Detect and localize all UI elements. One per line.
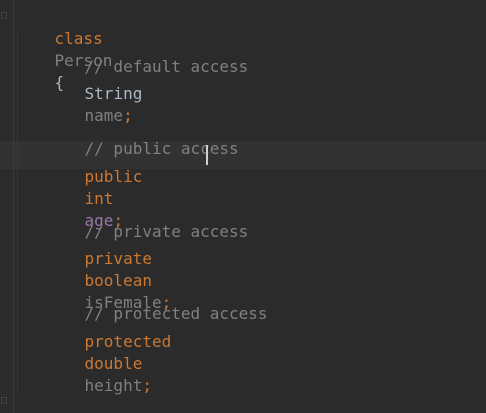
field-name: height	[84, 376, 143, 395]
comment-line[interactable]: // default access	[46, 34, 249, 76]
closing-brace-line[interactable]: }	[8, 391, 56, 413]
field-type: double	[84, 354, 143, 373]
field-declaration-line[interactable]: String name;	[46, 61, 143, 125]
text-caret	[206, 145, 208, 165]
code-editor[interactable]: ⬚ class Person { // default access Strin…	[0, 0, 486, 413]
fold-icon[interactable]: ⬚	[1, 10, 11, 22]
field-declaration-line[interactable]: public int age;	[46, 144, 143, 230]
semicolon: ;	[142, 376, 152, 395]
field-declaration-line[interactable]: protected double height;	[46, 309, 172, 395]
comment-line[interactable]: // public access	[46, 116, 239, 158]
comment-line[interactable]: // protected access	[46, 281, 268, 323]
gutter-divider	[13, 0, 14, 413]
access-modifier: public	[84, 167, 143, 186]
comment-line[interactable]: // private access	[46, 199, 249, 241]
access-modifier: private	[84, 249, 152, 268]
access-modifier: protected	[84, 332, 172, 351]
class-declaration-line[interactable]: class Person {	[16, 6, 113, 92]
field-declaration-line[interactable]: private boolean isFemale;	[46, 226, 172, 312]
field-type: String	[84, 84, 143, 103]
